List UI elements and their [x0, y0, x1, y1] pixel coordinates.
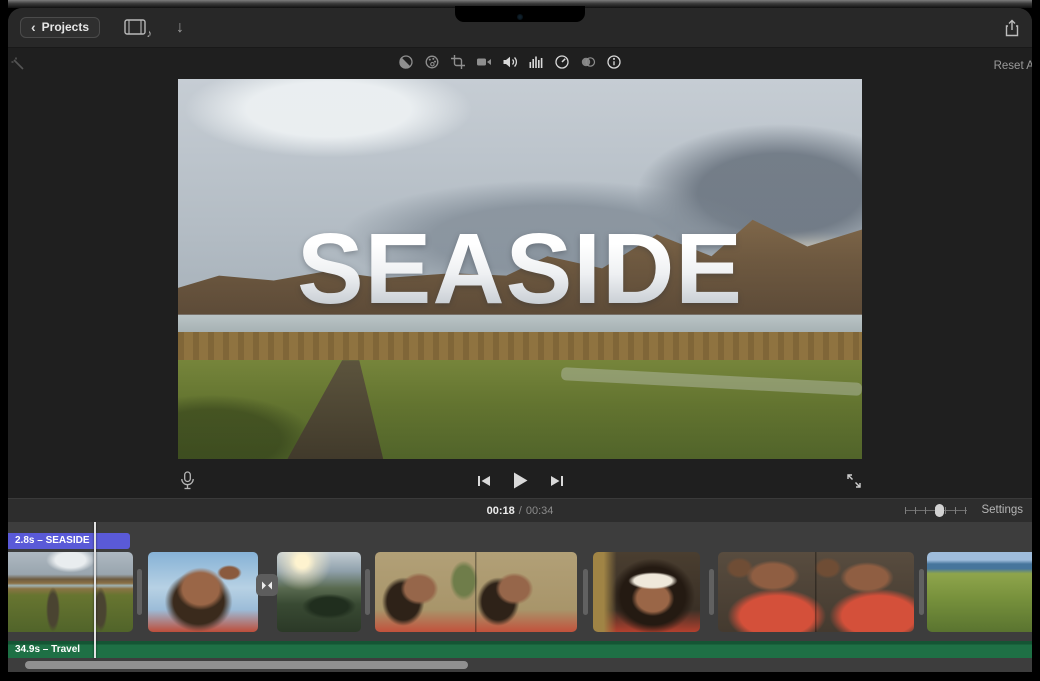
- clip-info-icon[interactable]: [606, 54, 622, 70]
- preview-grass: [178, 360, 862, 459]
- clip-person-red-shirt[interactable]: [718, 552, 914, 632]
- color-correction-icon[interactable]: [424, 54, 440, 70]
- clip-person-braids-indoor[interactable]: [375, 552, 577, 632]
- clip-gap-handle: [919, 569, 924, 615]
- timecode-bar: 00:18 / 00:34 Settings: [8, 498, 1032, 522]
- clip-rocky-shore[interactable]: [277, 552, 361, 632]
- frame-seam: [375, 552, 577, 632]
- timeline-pane: 2.8s – SEASIDE: [8, 522, 1032, 672]
- preview-marsh: [178, 332, 862, 362]
- clip-mossy-hill[interactable]: [927, 552, 1032, 632]
- video-preview: SEASIDE: [178, 79, 862, 459]
- playhead[interactable]: [94, 522, 96, 658]
- bezel-right: [1032, 0, 1040, 681]
- camera-notch: [455, 6, 585, 22]
- horizontal-scrollbar[interactable]: [25, 661, 468, 669]
- color-balance-icon[interactable]: [398, 54, 414, 70]
- clip-gap-handle: [583, 569, 588, 615]
- macbook-screen: ‹ Projects ♪ ↓: [0, 0, 1040, 681]
- reset-all-button[interactable]: Reset All: [994, 60, 1032, 72]
- clip-person-locs[interactable]: [148, 552, 258, 632]
- projects-back-button[interactable]: ‹ Projects: [20, 17, 100, 38]
- previous-frame-icon[interactable]: [477, 475, 491, 487]
- camera-dot: [517, 14, 523, 20]
- volume-icon[interactable]: [502, 54, 518, 70]
- clip-gap-handle: [365, 569, 370, 615]
- title-clip-label: 2.8s – SEASIDE: [15, 535, 89, 546]
- clip-adjustments-toolbar: [398, 54, 622, 70]
- audio-clip[interactable]: 34.9s – Travel: [8, 641, 1032, 658]
- settings-button[interactable]: Settings: [981, 504, 1023, 516]
- clip-filter-icon[interactable]: [580, 54, 596, 70]
- magic-wand-icon[interactable]: [10, 56, 30, 76]
- fullscreen-icon[interactable]: [846, 473, 862, 489]
- chevron-left-icon: ‹: [31, 21, 36, 33]
- media-browser-icon[interactable]: ♪: [124, 19, 150, 37]
- import-arrow-icon[interactable]: ↓: [176, 21, 184, 35]
- transport-controls: [8, 472, 1032, 489]
- slider-thumb[interactable]: [935, 504, 944, 517]
- timeline-clips-row: [8, 552, 1032, 632]
- timecode-separator: /: [519, 505, 522, 517]
- viewer-pane: Reset All SEASIDE: [8, 48, 1032, 498]
- timeline-zoom-slider[interactable]: [905, 504, 967, 517]
- bezel-left: [0, 0, 8, 681]
- audio-clip-label: 34.9s – Travel: [15, 644, 80, 655]
- next-frame-icon[interactable]: [550, 475, 564, 487]
- bezel-bottom: [0, 672, 1040, 681]
- imovie-window: ‹ Projects ♪ ↓: [8, 8, 1032, 672]
- crop-icon[interactable]: [450, 54, 466, 70]
- share-icon[interactable]: [1004, 19, 1020, 37]
- frame-seam: [718, 552, 914, 632]
- clip-gap-handle: [137, 569, 142, 615]
- stabilization-icon[interactable]: [476, 54, 492, 70]
- transition-icon[interactable]: [256, 574, 278, 596]
- title-overlay-text: SEASIDE: [178, 219, 862, 319]
- current-timecode: 00:18: [487, 505, 515, 517]
- total-duration: 00:34: [526, 505, 554, 517]
- clip-person-sunglasses[interactable]: [593, 552, 700, 632]
- clip-gap-handle: [709, 569, 714, 615]
- title-clip[interactable]: 2.8s – SEASIDE: [8, 533, 130, 549]
- music-note-icon: ♪: [147, 28, 153, 40]
- projects-back-label: Projects: [42, 20, 89, 34]
- clip-grassy-field[interactable]: [8, 552, 133, 632]
- play-icon[interactable]: [513, 472, 528, 489]
- noise-reduction-icon[interactable]: [528, 54, 544, 70]
- speed-icon[interactable]: [554, 54, 570, 70]
